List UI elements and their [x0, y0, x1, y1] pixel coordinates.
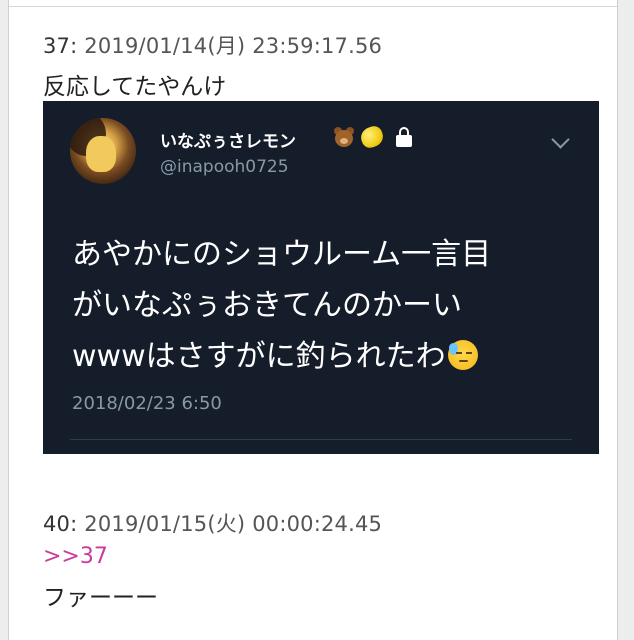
- bear-icon: [333, 126, 355, 148]
- tweet-text-line: あやかにのショウルーム一言目: [72, 237, 492, 272]
- lemon-icon: [358, 123, 386, 151]
- divider: [9, 6, 617, 7]
- post-meta: 2019/01/15(火) 00:00:24.45: [84, 512, 383, 536]
- post-body-37: 反応してたやんけ: [43, 74, 227, 100]
- lock-icon: [395, 127, 413, 147]
- sweat-face-icon: [447, 340, 478, 370]
- tweet-text-line: wwwはさすがに釣られたわ: [72, 339, 446, 374]
- post-body-40: ファーーー: [43, 585, 158, 611]
- reply-anchor-link[interactable]: >>37: [43, 544, 108, 569]
- embedded-tweet-image[interactable]: いなぷぅさレモン @inapooh0725 あやかにのショウルーム一言目 がいな…: [43, 101, 599, 454]
- name-icons: [333, 123, 413, 151]
- post-meta: 2019/01/14(月) 23:59:17.56: [84, 34, 383, 58]
- tweet-display-name: いなぷぅさレモン: [160, 132, 296, 152]
- tweet-text: あやかにのショウルーム一言目 がいなぷぅおきてんのかーい wwwはさすがに釣られ…: [72, 229, 587, 382]
- tweet-handle: @inapooh0725: [160, 157, 289, 177]
- post-header-37: 37: 2019/01/14(月) 23:59:17.56: [43, 30, 382, 60]
- avatar: [70, 118, 136, 184]
- thread-page: 37: 2019/01/14(月) 23:59:17.56 反応してたやんけ い…: [8, 0, 618, 640]
- tweet-text-line: がいなぷぅおきてんのかーい: [72, 288, 462, 323]
- divider: [70, 439, 572, 440]
- chevron-down-icon: [551, 130, 570, 149]
- tweet-timestamp: 2018/02/23 6:50: [72, 393, 222, 414]
- tweet-text-line-last: wwwはさすがに釣られたわ: [72, 331, 587, 382]
- post-number[interactable]: 37:: [43, 34, 77, 58]
- post-number[interactable]: 40:: [43, 512, 77, 536]
- post-header-40: 40: 2019/01/15(火) 00:00:24.45: [43, 508, 382, 538]
